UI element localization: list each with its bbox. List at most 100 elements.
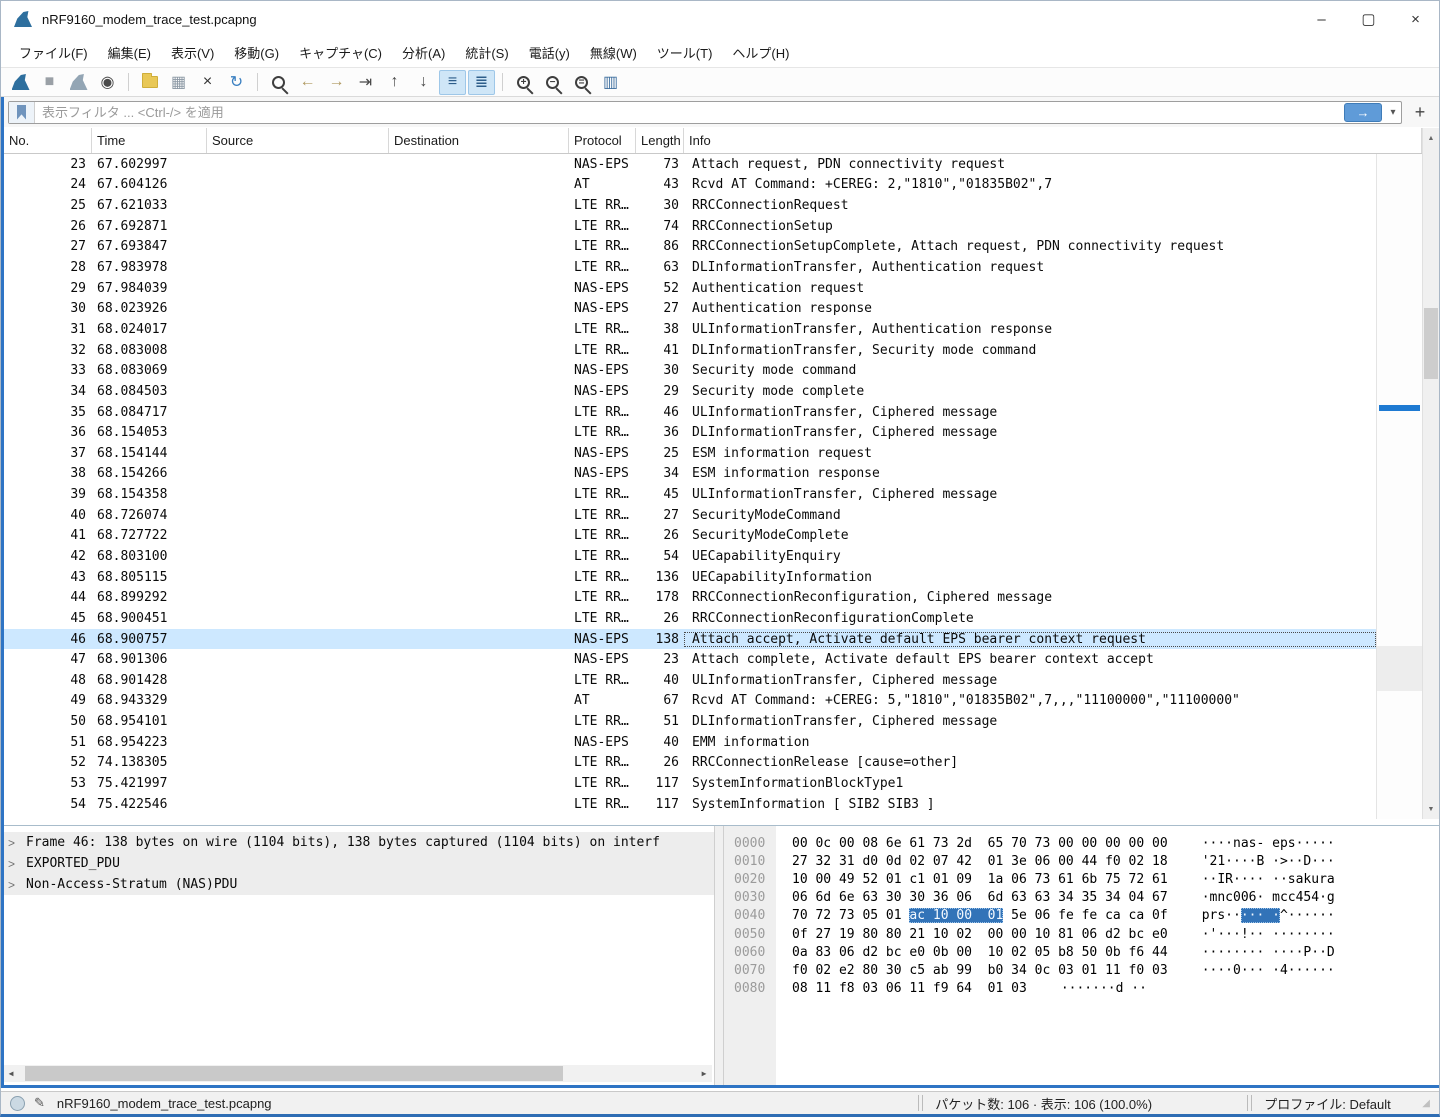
packet-row-29[interactable]: 2967.984039NAS-EPS52Authentication reque… xyxy=(1,278,1376,299)
hex-row-0010[interactable]: 001027 32 31 d0 0d 02 07 42 01 3e 06 00 … xyxy=(724,852,1438,870)
column-header-source[interactable]: Source xyxy=(207,128,389,153)
detail-line-0[interactable]: >Frame 46: 138 bytes on wire (1104 bits)… xyxy=(1,832,714,853)
menu-item-help[interactable]: ヘルプ(H) xyxy=(722,38,799,67)
details-hscrollbar[interactable]: ◀ ▶ xyxy=(3,1065,712,1082)
column-header-info[interactable]: Info xyxy=(684,128,1422,153)
hex-ascii[interactable]: ····nas- eps····· xyxy=(1202,836,1335,851)
zoom-in-button[interactable]: + xyxy=(510,70,537,95)
hex-ascii[interactable]: ····0··· ·4······ xyxy=(1202,963,1335,978)
add-filter-button[interactable]: + xyxy=(1408,101,1432,124)
hex-row-0070[interactable]: 0070f0 02 e2 80 30 c5 ab 99 b0 34 0c 03 … xyxy=(724,961,1438,979)
reload-file-button[interactable]: ↻ xyxy=(223,70,250,95)
detail-line-2[interactable]: >Non-Access-Stratum (NAS)PDU xyxy=(1,874,714,895)
packet-row-50[interactable]: 5068.954101LTE RR…51DLInformationTransfe… xyxy=(1,711,1376,732)
menu-item-edit[interactable]: 編集(E) xyxy=(98,38,161,67)
find-packet-button[interactable] xyxy=(265,70,292,95)
expert-info-icon[interactable] xyxy=(10,1096,25,1111)
packet-row-32[interactable]: 3268.083008LTE RR…41DLInformationTransfe… xyxy=(1,340,1376,361)
maximize-button[interactable]: ▢ xyxy=(1345,1,1392,37)
filter-dropdown-caret[interactable]: ▾ xyxy=(1385,107,1401,118)
packet-row-33[interactable]: 3368.083069NAS-EPS30Security mode comman… xyxy=(1,360,1376,381)
close-button[interactable]: × xyxy=(1392,1,1439,37)
packet-row-54[interactable]: 5475.422546LTE RR…117SystemInformation [… xyxy=(1,794,1376,815)
packet-row-43[interactable]: 4368.805115LTE RR…136UECapabilityInforma… xyxy=(1,567,1376,588)
hex-row-0030[interactable]: 003006 6d 6e 63 30 30 36 06 6d 63 63 34 … xyxy=(724,889,1438,907)
capture-options-button[interactable]: ◉ xyxy=(94,70,121,95)
minimize-button[interactable]: – xyxy=(1298,1,1345,37)
packet-row-39[interactable]: 3968.154358LTE RR…45ULInformationTransfe… xyxy=(1,484,1376,505)
scroll-down-icon[interactable]: ▼ xyxy=(1423,801,1439,817)
hex-bytes[interactable]: 0f 27 19 80 80 21 10 02 00 00 10 81 06 d… xyxy=(792,927,1168,942)
go-first-button[interactable]: ↑ xyxy=(381,70,408,95)
packet-row-27[interactable]: 2767.693847LTE RR…86RRCConnectionSetupCo… xyxy=(1,237,1376,258)
go-to-packet-button[interactable]: ⇥ xyxy=(352,70,379,95)
start-capture-button[interactable] xyxy=(7,70,34,95)
packet-row-49[interactable]: 4968.943329AT67Rcvd AT Command: +CEREG: … xyxy=(1,691,1376,712)
hex-ascii[interactable]: ·······d ·· xyxy=(1061,981,1147,996)
column-header-length[interactable]: Length xyxy=(636,128,684,153)
menu-item-file[interactable]: ファイル(F) xyxy=(9,38,98,67)
packet-row-28[interactable]: 2867.983978LTE RR…63DLInformationTransfe… xyxy=(1,257,1376,278)
packet-row-48[interactable]: 4868.901428LTE RR…40ULInformationTransfe… xyxy=(1,670,1376,691)
filter-bookmark-button[interactable] xyxy=(9,102,35,123)
column-header-time[interactable]: Time xyxy=(92,128,207,153)
intelligent-scrollbar[interactable] xyxy=(1376,154,1422,819)
go-forward-button[interactable]: → xyxy=(323,70,350,95)
zoom-out-button[interactable]: − xyxy=(539,70,566,95)
hex-row-0050[interactable]: 00500f 27 19 80 80 21 10 02 00 00 10 81 … xyxy=(724,925,1438,943)
hex-row-0060[interactable]: 00600a 83 06 d2 bc e0 0b 00 10 02 05 b8 … xyxy=(724,943,1438,961)
hex-bytes[interactable]: f0 02 e2 80 30 c5 ab 99 b0 34 0c 03 01 1… xyxy=(792,963,1168,978)
packet-row-45[interactable]: 4568.900451LTE RR…26RRCConnectionReconfi… xyxy=(1,608,1376,629)
packet-row-53[interactable]: 5375.421997LTE RR…117SystemInformationBl… xyxy=(1,773,1376,794)
hex-bytes[interactable]: 08 11 f8 03 06 11 f9 64 01 03 xyxy=(792,981,1027,996)
expand-arrow-icon[interactable]: > xyxy=(8,878,26,892)
packet-row-41[interactable]: 4168.727722LTE RR…26SecurityModeComplete xyxy=(1,526,1376,547)
colorize-button[interactable]: ≣ xyxy=(468,70,495,95)
hscroll-thumb[interactable] xyxy=(25,1066,563,1081)
packet-row-36[interactable]: 3668.154053LTE RR…36DLInformationTransfe… xyxy=(1,422,1376,443)
packet-row-38[interactable]: 3868.154266NAS-EPS34ESM information resp… xyxy=(1,464,1376,485)
hex-ascii[interactable]: ··IR···· ··sakura xyxy=(1202,872,1335,887)
save-file-button[interactable]: ▦ xyxy=(165,70,192,95)
packet-list-vscrollbar[interactable]: ▲ ▼ xyxy=(1422,128,1439,819)
zoom-reset-button[interactable]: = xyxy=(568,70,595,95)
menu-item-wireless[interactable]: 無線(W) xyxy=(580,38,647,67)
expand-arrow-icon[interactable]: > xyxy=(8,836,26,850)
menu-item-telephony[interactable]: 電話(y) xyxy=(519,38,580,67)
hex-bytes[interactable]: 00 0c 00 08 6e 61 73 2d 65 70 73 00 00 0… xyxy=(792,836,1168,851)
hex-bytes[interactable]: 0a 83 06 d2 bc e0 0b 00 10 02 05 b8 50 0… xyxy=(792,945,1168,960)
packet-row-26[interactable]: 2667.692871LTE RR…74RRCConnectionSetup xyxy=(1,216,1376,237)
hex-bytes[interactable]: 27 32 31 d0 0d 02 07 42 01 3e 06 00 44 f… xyxy=(792,854,1168,869)
hex-row-0000[interactable]: 000000 0c 00 08 6e 61 73 2d 65 70 73 00 … xyxy=(724,834,1438,852)
scroll-up-icon[interactable]: ▲ xyxy=(1423,130,1439,146)
packet-row-31[interactable]: 3168.024017LTE RR…38ULInformationTransfe… xyxy=(1,319,1376,340)
hex-bytes[interactable]: 10 00 49 52 01 c1 01 09 1a 06 73 61 6b 7… xyxy=(792,872,1168,887)
packet-row-25[interactable]: 2567.621033LTE RR…30RRCConnectionRequest xyxy=(1,195,1376,216)
column-header-no[interactable]: No. xyxy=(4,128,92,153)
stop-capture-button[interactable]: ■ xyxy=(36,70,63,95)
resize-grip-icon[interactable]: ◢ xyxy=(1422,1098,1430,1109)
hex-bytes[interactable]: 06 6d 6e 63 30 30 36 06 6d 63 63 34 35 3… xyxy=(792,890,1168,905)
hex-ascii[interactable]: '21····B ·>··D··· xyxy=(1202,854,1335,869)
auto-scroll-button[interactable]: ≡ xyxy=(439,70,466,95)
apply-filter-button[interactable]: → xyxy=(1344,103,1382,122)
profile-label[interactable]: プロファイル: Default xyxy=(1264,1094,1414,1113)
menu-item-analyze[interactable]: 分析(A) xyxy=(392,38,455,67)
packet-row-37[interactable]: 3768.154144NAS-EPS25ESM information requ… xyxy=(1,443,1376,464)
menu-item-statistics[interactable]: 統計(S) xyxy=(455,38,518,67)
expand-arrow-icon[interactable]: > xyxy=(8,857,26,871)
detail-line-1[interactable]: >EXPORTED_PDU xyxy=(1,853,714,874)
menu-item-tools[interactable]: ツール(T) xyxy=(647,38,723,67)
menu-item-go[interactable]: 移動(G) xyxy=(224,38,289,67)
packet-row-42[interactable]: 4268.803100LTE RR…54UECapabilityEnquiry xyxy=(1,546,1376,567)
packet-row-46[interactable]: 4668.900757NAS-EPS138Attach accept, Acti… xyxy=(1,629,1376,650)
go-back-button[interactable]: ← xyxy=(294,70,321,95)
hex-row-0080[interactable]: 008008 11 f8 03 06 11 f9 64 01 03·······… xyxy=(724,980,1438,998)
hex-ascii[interactable]: ········ ····P··D xyxy=(1202,945,1335,960)
display-filter-input[interactable] xyxy=(35,105,1344,120)
column-header-protocol[interactable]: Protocol xyxy=(569,128,636,153)
hex-ascii[interactable]: ·'···!·· ········ xyxy=(1202,927,1335,942)
scroll-left-icon[interactable]: ◀ xyxy=(3,1065,19,1082)
pane-splitter[interactable] xyxy=(714,826,724,1085)
packet-row-34[interactable]: 3468.084503NAS-EPS29Security mode comple… xyxy=(1,381,1376,402)
